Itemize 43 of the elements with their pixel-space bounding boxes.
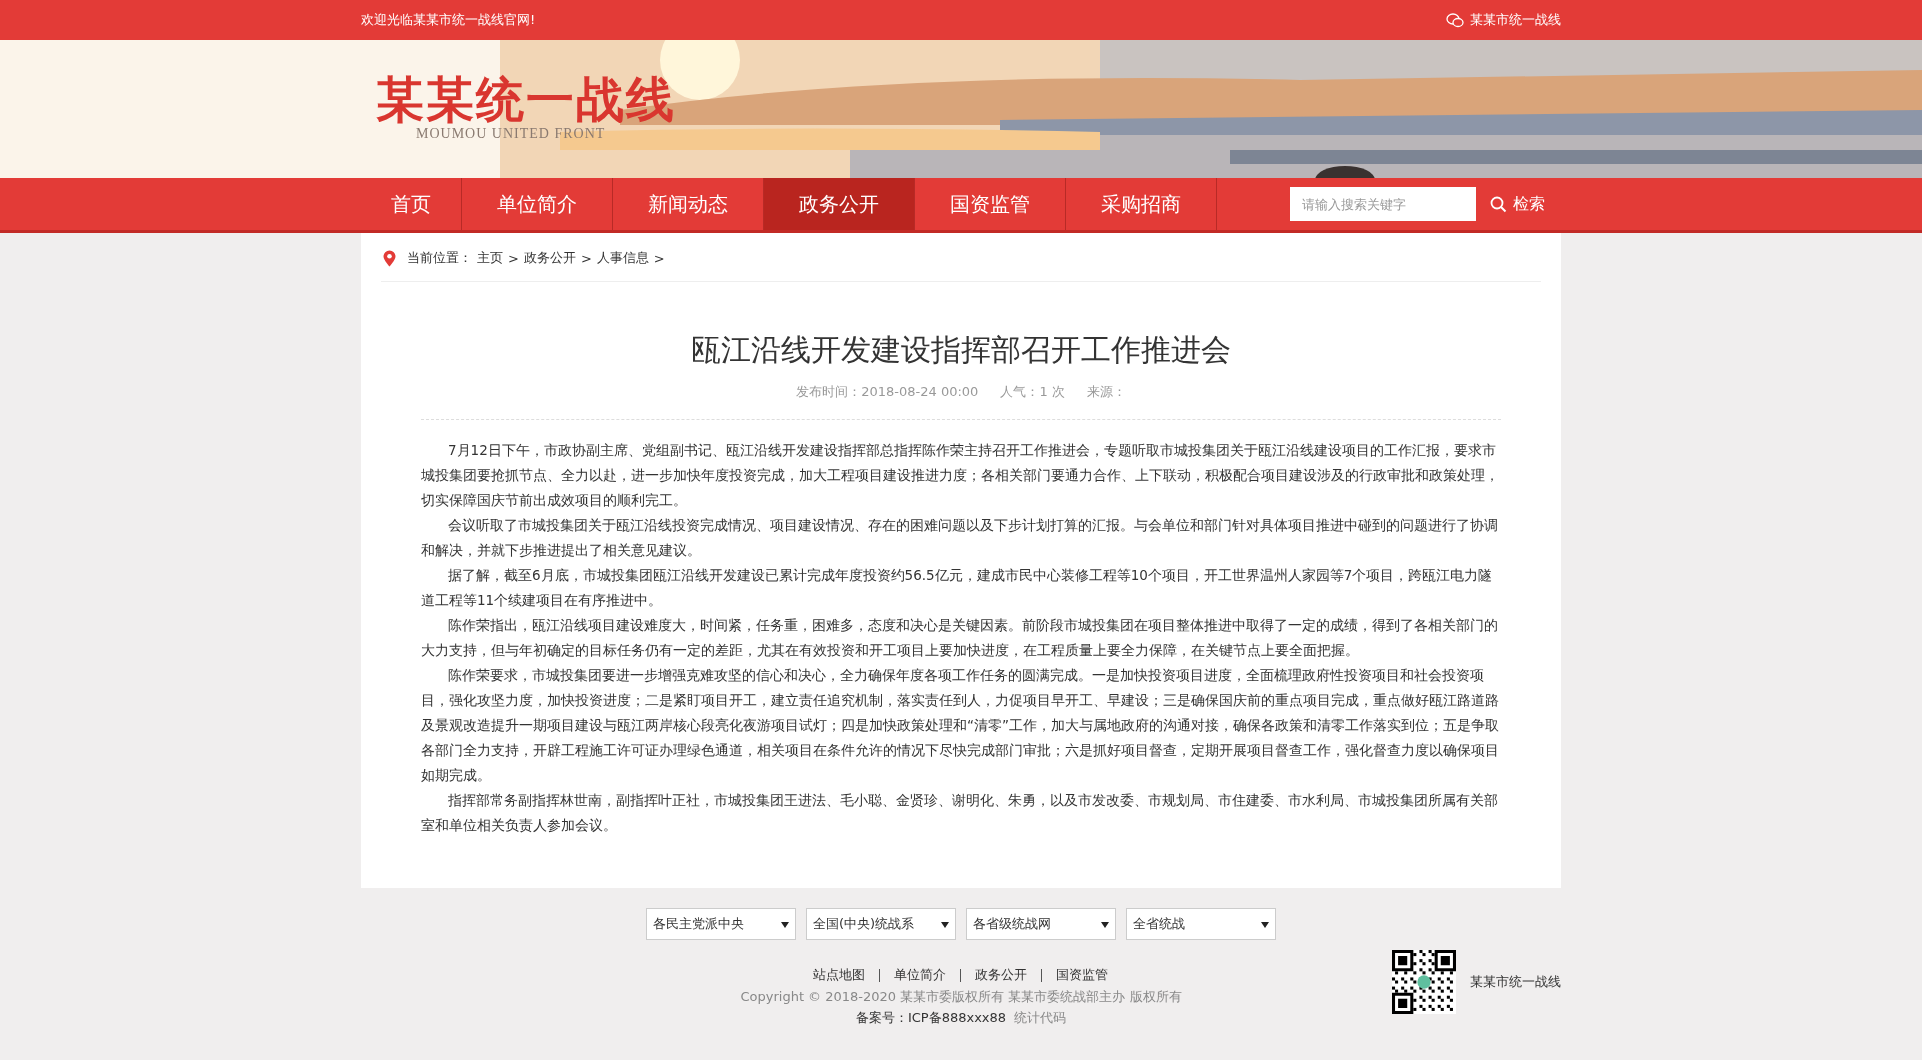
link-select[interactable]: 各民主党派中央 xyxy=(646,908,796,940)
breadcrumb-link[interactable]: 人事信息 xyxy=(596,249,649,267)
copyright-text: Copyright © 2018-2020 某某市委版权所有 某某市委统战部主办 版权所有 xyxy=(740,988,1182,1006)
link-select[interactable]: 各省级统战网 xyxy=(966,908,1116,940)
footer-link[interactable]: 国资监管 xyxy=(1056,964,1109,986)
breadcrumb-separator: > xyxy=(653,250,665,266)
location-pin-icon xyxy=(383,249,396,267)
article-paragraph: 会议听取了市城投集团关于瓯江沿线投资完成情况、项目建设情况、存在的困难问题以及下步计划打算的汇报。与会单位和部门针对具体项目推进中碰到的问题进行了协调和解决，并就下步推进提出了相关意见建议。 xyxy=(421,516,1499,560)
footer-link[interactable]: 政务公开 xyxy=(975,964,1028,986)
footer-link[interactable]: 单位简介 xyxy=(894,964,947,986)
article-meta: 人气：1 次 xyxy=(1000,383,1065,401)
nav-tab[interactable]: 单位简介 xyxy=(462,178,613,230)
logo-title: 某某统一战线 xyxy=(376,74,676,126)
breadcrumb-label: 当前位置： xyxy=(407,249,472,267)
nav-tab[interactable]: 首页 xyxy=(361,178,462,230)
article-paragraph: 据了解，截至6月底，市城投集团瓯江沿线开发建设已累计完成年度投资约56.5亿元，建成市民中心装修工程等10个项目，开工世界温州人家园等7个项目，跨瓯江电力隧道工程等11个续建项目在有序推进中。 xyxy=(421,566,1494,610)
breadcrumb-separator: > xyxy=(508,250,519,266)
article-meta: 发布时间：2018-08-24 00:00 xyxy=(796,383,979,401)
article-paragraph: 指挥部常务副指挥林世南，副指挥叶正社，市城投集团王进法、毛小聪、金贤珍、谢明化、朱勇，以及市发改委、市规划局、市住建委、市水利局、市城投集团所属有关部室和单位相关负责人参加会议。 xyxy=(421,791,1499,835)
qr-code-icon xyxy=(1392,950,1456,1014)
link-select[interactable]: 全省统战 xyxy=(1126,908,1276,940)
welcome-text: 欢迎光临某某市统一战线官网! xyxy=(361,11,536,29)
nav-tab[interactable]: 国资监管 xyxy=(915,178,1066,230)
nav-tab[interactable]: 政务公开 xyxy=(764,178,915,230)
search-icon xyxy=(1490,195,1507,213)
icp-text: 备案号：ICP备888xxx88 xyxy=(855,1010,1007,1025)
article-paragraph: 陈作荣要求，市城投集团要进一步增强克难攻坚的信心和决心，全力确保年度各项工作任务的圆满完成。一是加快投资项目进度，全面梳理政府性投资项目和社会投资项目，强化攻坚力度，加快投资进度；二是紧盯项目开工，建立责任追究机制，落实责任到人，力促项目早开工、早建设；三是确保国庆前的重点项目完成，重点做好瓯江路道路及景观改造提升一期项目建设与瓯江两岸核心段亮化夜游项目试灯；四是加快政策处理和“清零”工作，加大与属地政府的沟通对接，确保各政策和清零工作落实到位；五是争取各部门全力支持，开辟工程施工许可证办理绿色通道，相关项目在条件允许的情况下尽快完成部门审批；六是抓好项目督查，定期开展项目督查工作，强化督查力度以确保项目如期完成。 xyxy=(421,666,1500,785)
qr-label: 某某市统一战线 xyxy=(1470,973,1561,991)
nav-tab[interactable]: 采购招商 xyxy=(1066,178,1217,230)
link-select[interactable]: 全国(中央)统战系 xyxy=(806,908,956,940)
logo-subtitle: MOUMOU UNITED FRONT xyxy=(415,126,606,142)
article-title: 瓯江沿线开发建设指挥部召开工作推进会 xyxy=(690,331,1232,369)
search-field[interactable]: 请输入搜索关键字 xyxy=(1290,187,1476,221)
search-button[interactable]: 检索 xyxy=(1476,193,1559,215)
breadcrumb-link[interactable]: 主页 xyxy=(477,249,503,267)
footer-link[interactable]: 站点地图 xyxy=(813,964,866,986)
article-paragraph: 陈作荣指出，瓯江沿线项目建设难度大，时间紧，任务重，困难多，态度和决心是关键因素。前阶段市城投集团在项目整体推进中取得了一定的成绩，得到了各相关部门的大力支持，但与年初确定的目标任务仍有一定的差距，尤其在有效投资和开工项目上要加快进度，在工程质量上要全力保障，在关键节点上要全面把握。 xyxy=(421,616,1499,660)
breadcrumb-link[interactable]: 政务公开 xyxy=(523,249,576,267)
wechat-label[interactable]: 某某市统一战线 xyxy=(1470,11,1561,29)
wechat-icon xyxy=(1446,12,1464,28)
article-meta: 来源： xyxy=(1086,383,1126,401)
breadcrumb-separator: > xyxy=(580,250,592,266)
article-paragraph: 7月12日下午，市政协副主席、党组副书记、瓯江沿线开发建设指挥部总指挥陈作荣主持召开工作推进会，专题听取市城投集团关于瓯江沿线建设项目的工作汇报，要求市城投集团要抢抓节点、全力以赴，进一步加快年度投资完成，加大工程项目建设推进力度；各相关部门要通力合作、上下联动，积极配合项目建设涉及的行政审批和政策处理，切实保障国庆节前出成效项目的顺利完工。 xyxy=(421,441,1500,510)
